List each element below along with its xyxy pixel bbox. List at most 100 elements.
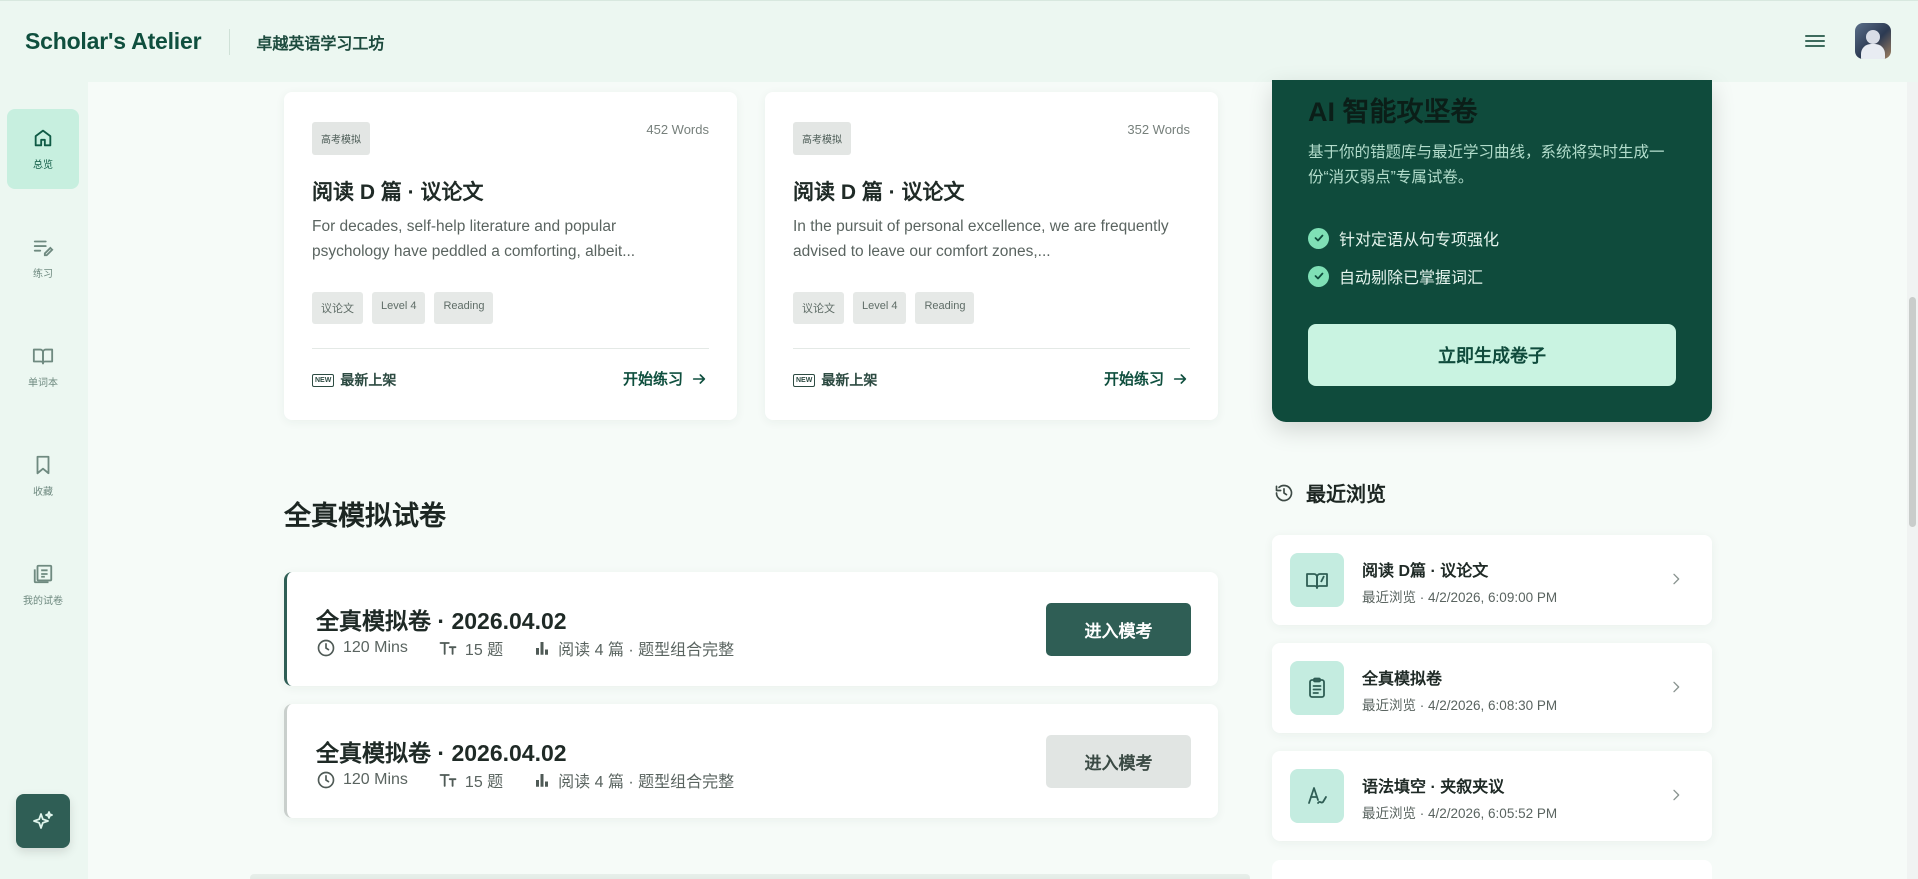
recent-item-partial[interactable] — [1272, 860, 1712, 879]
arrow-right-icon — [692, 373, 706, 384]
sidebar: 总览 练习 单词本 收藏 我的试卷 — [0, 82, 88, 879]
word-count: 352 Words — [1127, 122, 1190, 137]
chevron-right-icon — [1673, 573, 1680, 585]
word-count: 452 Words — [646, 122, 709, 137]
exam-question-count: 15 题 — [464, 774, 504, 791]
ai-card-description: 基于你的错题库与最近学习曲线，系统将实时生成一份“消灭弱点”专属试卷。 — [1308, 144, 1665, 186]
article-excerpt: In the pursuit of personal excellence, w… — [793, 218, 1169, 260]
new-icon: NEW — [793, 373, 816, 387]
divider — [312, 348, 709, 349]
ai-feature-label: 自动剔除已掌握词汇 — [1339, 270, 1484, 287]
sidebar-item-label: 单词本 — [28, 378, 58, 389]
article-title: 阅读 D 篇 · 议论文 — [312, 181, 484, 204]
article-title: 阅读 D 篇 · 议论文 — [793, 181, 965, 204]
text-size-icon — [439, 774, 457, 787]
start-practice-button[interactable]: 开始练习 — [623, 368, 707, 389]
sidebar-item-vocabulary[interactable]: 单词本 — [7, 327, 79, 407]
exam-row[interactable]: 全真模拟卷 · 2026.04.02 120 Mins 15 题 阅读 4 篇 … — [284, 572, 1218, 686]
bar-chart-icon — [536, 774, 549, 787]
new-label: 最新上架 — [821, 372, 878, 388]
recent-item[interactable]: 全真模拟卷 最近浏览 · 4/2/2026, 6:08:30 PM — [1272, 643, 1712, 733]
chip: 议论文 — [793, 292, 844, 324]
sidebar-item-practice[interactable]: 练习 — [7, 218, 79, 298]
chip: Reading — [434, 292, 494, 324]
chevron-right-icon — [1673, 681, 1680, 693]
sidebar-item-favorites[interactable]: 收藏 — [7, 436, 79, 516]
sidebar-item-my-papers[interactable]: 我的试卷 — [7, 545, 79, 625]
generate-paper-button[interactable]: 立即生成卷子 — [1308, 324, 1676, 386]
new-icon: NEW — [312, 373, 335, 387]
arrow-right-icon — [1173, 373, 1187, 384]
clock-icon — [317, 771, 335, 789]
book-open-icon — [32, 348, 54, 365]
chip: Level 4 — [372, 292, 426, 324]
exam-duration: 120 Mins — [343, 771, 408, 788]
exam-structure: 阅读 4 篇 · 题型组合完整 — [558, 774, 735, 791]
chip: 议论文 — [312, 292, 363, 324]
section-title: 全真模拟试卷 — [284, 501, 446, 531]
brand-divider — [229, 28, 231, 55]
exam-question-count: 15 题 — [464, 642, 504, 659]
recent-item-time: 最近浏览 · 4/2/2026, 6:09:00 PM — [1362, 590, 1558, 605]
recent-title: 最近浏览 — [1306, 484, 1386, 506]
article-card[interactable]: 高考模拟 452 Words 阅读 D 篇 · 议论文 For decades,… — [284, 92, 737, 420]
ai-feature-label: 针对定语从句专项强化 — [1339, 232, 1500, 249]
enter-exam-button[interactable]: 进入模考 — [1046, 603, 1191, 656]
chevron-right-icon — [1673, 789, 1680, 801]
start-practice-button[interactable]: 开始练习 — [1104, 368, 1188, 389]
sparkles-icon — [33, 811, 53, 829]
recent-item-title: 语法填空 · 夹叙夹议 — [1362, 779, 1505, 796]
divider — [793, 348, 1190, 349]
newspaper-icon — [33, 564, 53, 584]
check-icon — [1308, 227, 1329, 249]
start-practice-label: 开始练习 — [1103, 371, 1164, 388]
exam-duration: 120 Mins — [343, 639, 408, 656]
bookmark-icon — [36, 455, 50, 475]
recent-item-time: 最近浏览 · 4/2/2026, 6:08:30 PM — [1362, 698, 1558, 713]
recent-item[interactable]: 阅读 D篇 · 议论文 最近浏览 · 4/2/2026, 6:09:00 PM — [1272, 535, 1712, 625]
scrollbar-thumb[interactable] — [1909, 297, 1916, 527]
ai-card-title: AI 智能攻坚卷 — [1308, 97, 1478, 127]
sidebar-item-overview[interactable]: 总览 — [7, 109, 79, 189]
handwriting-icon — [1290, 769, 1344, 823]
recent-item[interactable]: 语法填空 · 夹叙夹议 最近浏览 · 4/2/2026, 6:05:52 PM — [1272, 751, 1712, 841]
hamburger-menu-icon[interactable] — [1805, 33, 1825, 49]
sidebar-item-label: 总览 — [33, 160, 53, 171]
exam-title: 全真模拟卷 · 2026.04.02 — [316, 740, 567, 766]
clipboard-icon — [1290, 661, 1344, 715]
home-icon — [34, 129, 52, 147]
new-badge: NEW 最新上架 — [312, 370, 396, 390]
check-icon — [1308, 265, 1329, 287]
sidebar-item-label: 我的试卷 — [23, 596, 63, 607]
enter-exam-button[interactable]: 进入模考 — [1046, 735, 1191, 788]
chip: Reading — [915, 292, 975, 324]
chip: Level 4 — [853, 292, 907, 324]
exam-structure: 阅读 4 篇 · 题型组合完整 — [558, 642, 735, 659]
start-practice-label: 开始练习 — [622, 371, 683, 388]
recent-item-time: 最近浏览 · 4/2/2026, 6:05:52 PM — [1362, 806, 1558, 821]
book-reading-icon — [1290, 553, 1344, 607]
text-size-icon — [439, 642, 457, 655]
avatar[interactable] — [1855, 23, 1891, 59]
sidebar-item-label: 收藏 — [33, 487, 53, 498]
new-label: 最新上架 — [340, 372, 397, 388]
ai-paper-card: AI 智能攻坚卷 基于你的错题库与最近学习曲线，系统将实时生成一份“消灭弱点”专… — [1272, 80, 1712, 422]
clock-icon — [317, 639, 335, 657]
article-card[interactable]: 高考模拟 352 Words 阅读 D 篇 · 议论文 In the pursu… — [765, 92, 1218, 420]
brand-subtitle: 卓越英语学习工坊 — [256, 35, 385, 53]
edit-list-icon — [33, 240, 54, 257]
ai-feature-item: 自动剔除已掌握词汇 — [1308, 264, 1483, 288]
article-excerpt: For decades, self-help literature and po… — [312, 218, 636, 260]
brand-name[interactable]: Scholar's Atelier — [25, 28, 202, 55]
top-bar: Scholar's Atelier 卓越英语学习工坊 — [0, 0, 1918, 82]
bar-chart-icon — [536, 642, 549, 655]
history-icon — [1275, 484, 1293, 501]
ai-assistant-button[interactable] — [16, 794, 70, 848]
ai-feature-item: 针对定语从句专项强化 — [1308, 226, 1499, 250]
page-scrollbar[interactable] — [1907, 82, 1918, 879]
exam-row[interactable]: 全真模拟卷 · 2026.04.02 120 Mins 15 题 阅读 4 篇 … — [284, 704, 1218, 818]
recent-header: 最近浏览 — [1274, 478, 1386, 507]
bottom-edge — [250, 874, 1250, 879]
category-tag: 高考模拟 — [312, 122, 370, 155]
sidebar-item-label: 练习 — [33, 269, 53, 280]
